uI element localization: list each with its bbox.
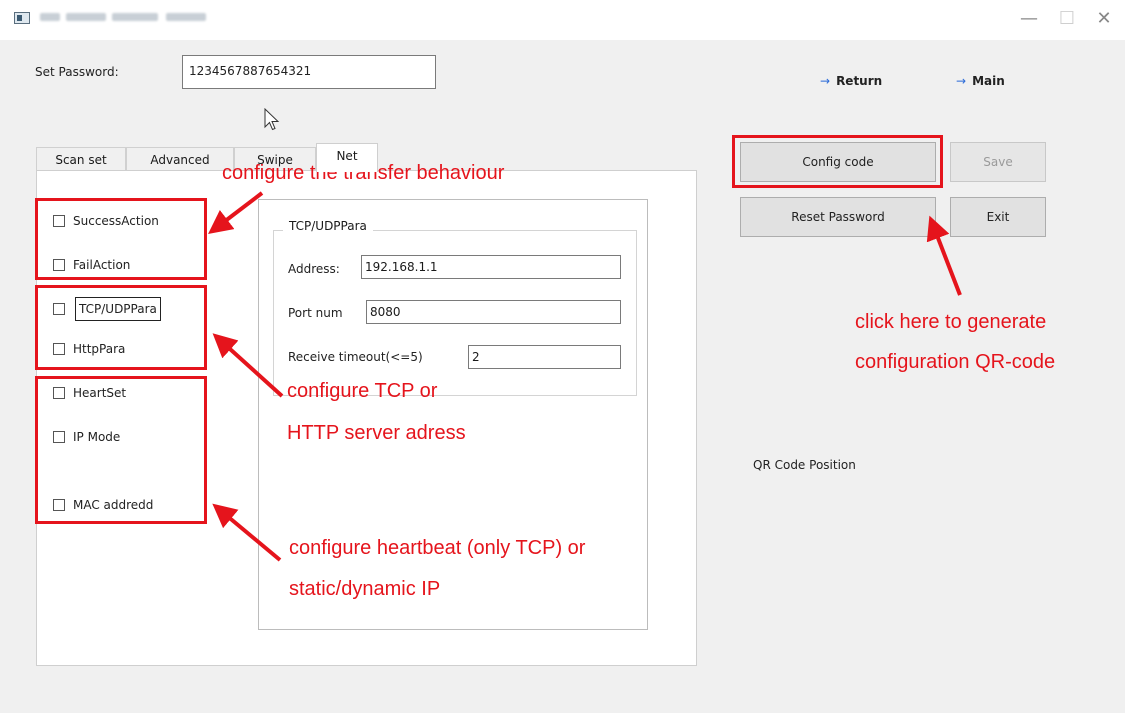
arrow-to-server-checkboxes [212,333,284,398]
annotation-arrows [208,191,962,562]
arrow-to-config-code [926,215,962,296]
tab-net[interactable]: Net [316,143,378,172]
arrow-to-network-checkboxes [212,503,282,562]
arrow-to-action-checkboxes [208,191,264,235]
